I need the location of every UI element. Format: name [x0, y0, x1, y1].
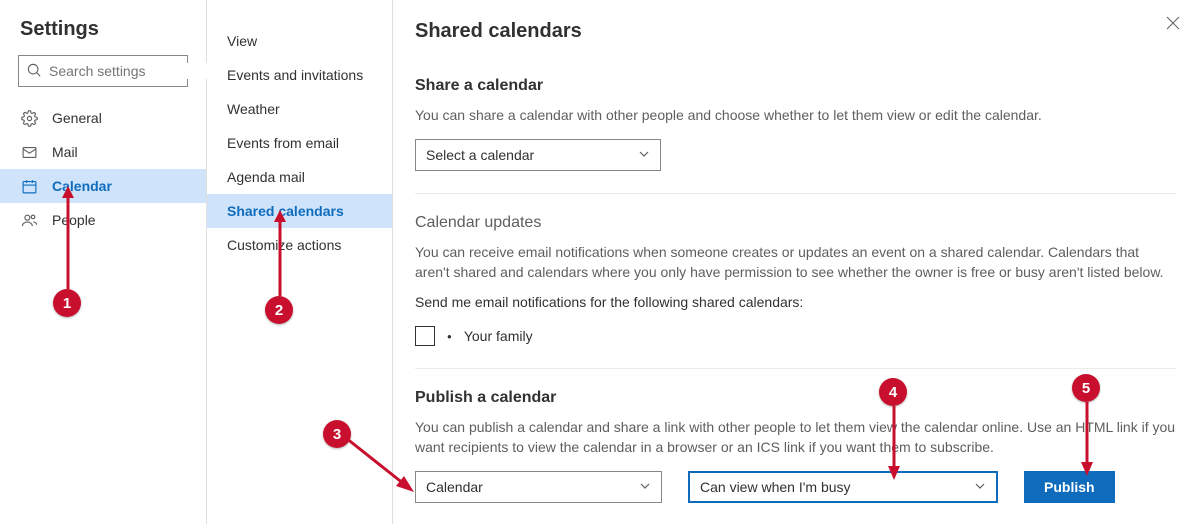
search-input[interactable] [49, 63, 230, 79]
sidebar-item-calendar[interactable]: Calendar [0, 169, 206, 203]
bullet-icon: ● [447, 332, 452, 341]
settings-sidebar: Settings General Mail Calendar [0, 0, 207, 524]
submenu-item-agenda-mail[interactable]: Agenda mail [207, 160, 392, 194]
calendar-icon [20, 178, 38, 195]
people-icon [20, 212, 38, 229]
mail-icon [20, 144, 38, 161]
sidebar-item-label: Mail [52, 144, 78, 160]
calendar-submenu: View Events and invitations Weather Even… [207, 0, 393, 524]
updates-desc: You can receive email notifications when… [415, 242, 1176, 282]
select-value: Can view when I'm busy [700, 479, 851, 495]
search-settings[interactable] [18, 55, 188, 87]
submenu-item-events-from-email[interactable]: Events from email [207, 126, 392, 160]
select-calendar-share[interactable]: Select a calendar [415, 139, 661, 171]
checkbox[interactable] [415, 326, 435, 346]
select-permission[interactable]: Can view when I'm busy [688, 471, 998, 503]
publish-heading: Publish a calendar [415, 389, 1176, 407]
sidebar-item-label: General [52, 110, 102, 126]
checkbox-label: Your family [464, 328, 533, 344]
select-value: Calendar [426, 479, 483, 495]
updates-prompt: Send me email notifications for the foll… [415, 292, 1176, 312]
settings-title: Settings [0, 18, 206, 55]
submenu-item-customize-actions[interactable]: Customize actions [207, 228, 392, 262]
chevron-down-icon [974, 479, 986, 495]
select-calendar-publish[interactable]: Calendar [415, 471, 662, 503]
divider [415, 193, 1176, 194]
page-title: Shared calendars [415, 20, 1176, 43]
close-button[interactable] [1166, 16, 1180, 33]
sidebar-item-label: People [52, 212, 96, 228]
submenu-item-view[interactable]: View [207, 24, 392, 58]
checkbox-row-your-family[interactable]: ● Your family [415, 326, 1176, 346]
share-desc: You can share a calendar with other peop… [415, 105, 1176, 125]
updates-heading: Calendar updates [415, 214, 1176, 232]
main-panel: Shared calendars Share a calendar You ca… [393, 0, 1198, 524]
sidebar-item-general[interactable]: General [0, 101, 206, 135]
search-icon [27, 63, 41, 80]
chevron-down-icon [638, 147, 650, 163]
publish-desc: You can publish a calendar and share a l… [415, 417, 1176, 457]
sidebar-item-mail[interactable]: Mail [0, 135, 206, 169]
gear-icon [20, 110, 38, 127]
share-heading: Share a calendar [415, 77, 1176, 95]
chevron-down-icon [639, 479, 651, 495]
select-value: Select a calendar [426, 147, 534, 163]
sidebar-item-label: Calendar [52, 178, 112, 194]
divider [415, 368, 1176, 369]
publish-button[interactable]: Publish [1024, 471, 1115, 503]
submenu-item-weather[interactable]: Weather [207, 92, 392, 126]
submenu-item-shared-calendars[interactable]: Shared calendars [207, 194, 392, 228]
sidebar-item-people[interactable]: People [0, 203, 206, 237]
submenu-item-events-invitations[interactable]: Events and invitations [207, 58, 392, 92]
